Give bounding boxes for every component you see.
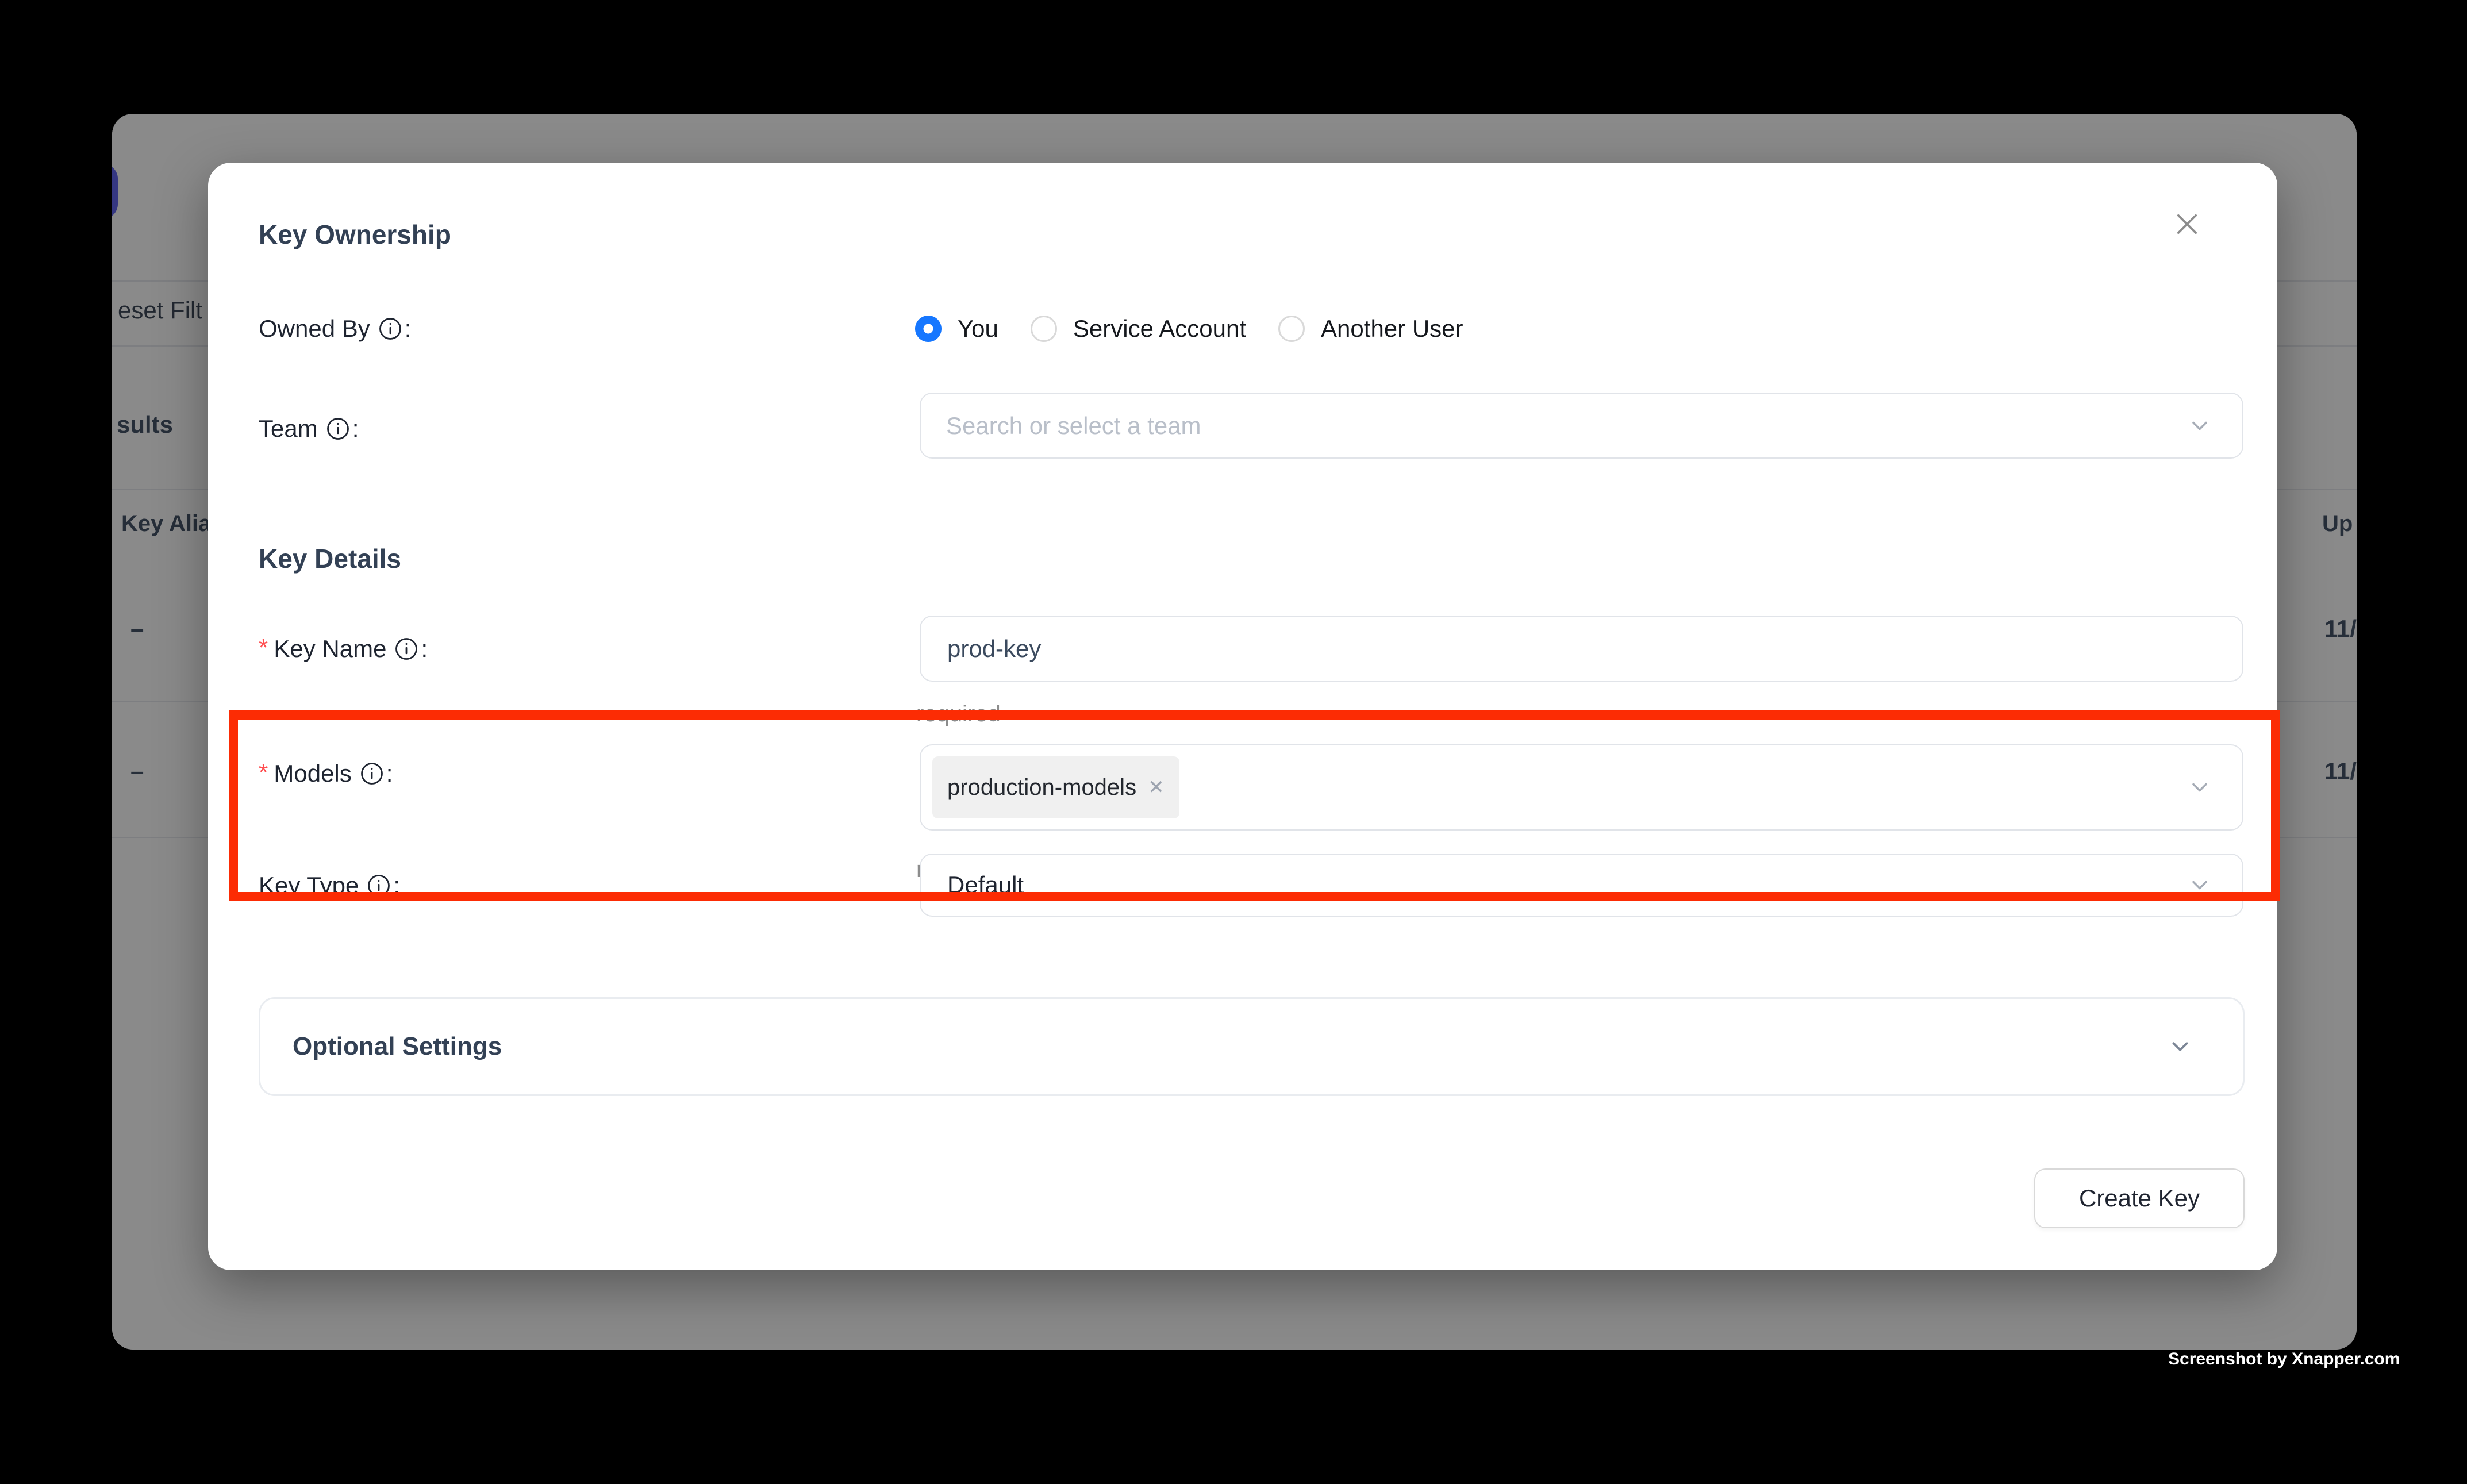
key-name-value: prod-key: [947, 635, 1041, 663]
team-label: Team :: [259, 411, 359, 447]
colon: :: [405, 315, 412, 343]
radio-another-user[interactable]: [1278, 316, 1305, 342]
colon: :: [352, 415, 359, 443]
radio-another-user-label[interactable]: Another User: [1321, 315, 1463, 343]
watermark-text: Screenshot by Xnapper.com: [2168, 1350, 2400, 1369]
close-button[interactable]: [2167, 204, 2207, 244]
radio-you-label[interactable]: You: [958, 315, 998, 343]
chevron-down-icon: [2187, 413, 2212, 439]
close-icon: [2172, 209, 2202, 239]
section-title-key-ownership: Key Ownership: [259, 219, 451, 250]
screenshot-canvas: eset Filt sults Key Alia – – Up 11/ 11/ …: [0, 0, 2467, 1484]
required-mark: *: [259, 634, 268, 662]
annotation-highlight-box: [229, 710, 2280, 901]
radio-you[interactable]: [915, 316, 942, 342]
section-title-key-details: Key Details: [259, 543, 401, 574]
owned-by-radio-group: You Service Account Another User: [915, 311, 1496, 347]
info-icon[interactable]: [326, 417, 350, 441]
colon: :: [421, 635, 428, 663]
info-icon[interactable]: [378, 317, 402, 341]
optional-settings-expander[interactable]: Optional Settings: [259, 997, 2245, 1096]
create-key-button[interactable]: Create Key: [2034, 1168, 2245, 1228]
radio-service-account-label[interactable]: Service Account: [1073, 315, 1246, 343]
team-select-placeholder: Search or select a team: [946, 412, 1201, 440]
radio-service-account[interactable]: [1031, 316, 1057, 342]
optional-settings-label: Optional Settings: [293, 1032, 502, 1061]
team-select[interactable]: Search or select a team: [920, 393, 2243, 459]
owned-by-label: Owned By :: [259, 311, 411, 347]
owned-by-label-text: Owned By: [259, 315, 370, 343]
team-label-text: Team: [259, 415, 318, 443]
key-name-label-text: Key Name: [274, 635, 386, 663]
key-name-label: * Key Name :: [259, 631, 428, 667]
info-icon[interactable]: [394, 637, 418, 661]
chevron-down-icon: [2167, 1033, 2193, 1060]
key-name-input[interactable]: prod-key: [920, 616, 2243, 682]
